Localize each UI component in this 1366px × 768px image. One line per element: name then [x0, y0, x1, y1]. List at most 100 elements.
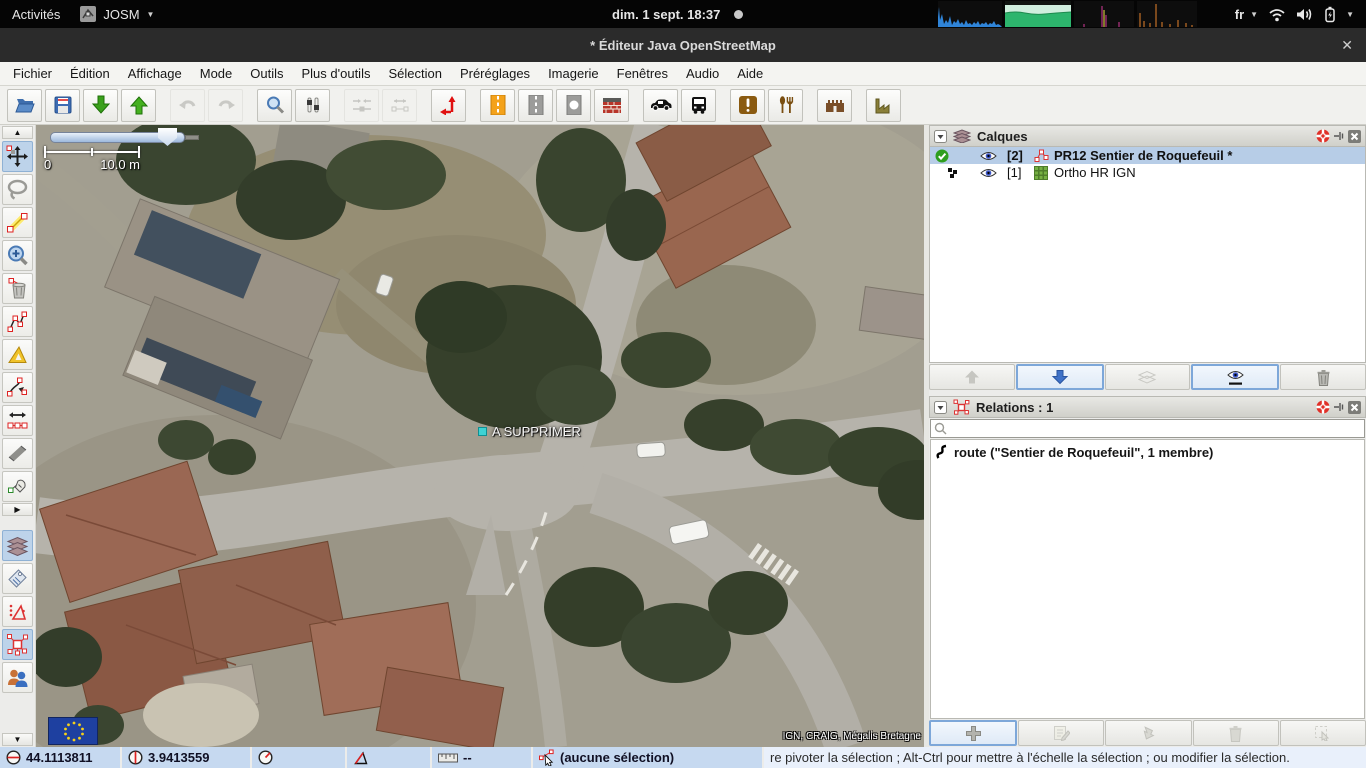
download-button[interactable]	[83, 89, 118, 122]
search-button[interactable]	[257, 89, 292, 122]
preset-bus-button[interactable]	[681, 89, 716, 122]
relation-add-button[interactable]	[929, 720, 1017, 746]
preset-works-button[interactable]	[866, 89, 901, 122]
tool-select[interactable]	[2, 141, 33, 172]
tool-angle-snap[interactable]	[2, 339, 33, 370]
merge-nodes-button[interactable]	[344, 89, 379, 122]
split-way-button[interactable]	[431, 89, 466, 122]
angle-icon	[353, 751, 369, 765]
battery-icon[interactable]	[1324, 6, 1336, 23]
pin-panel-icon[interactable]	[1333, 130, 1345, 142]
tool-lasso[interactable]	[2, 174, 33, 205]
layer-delete-button[interactable]	[1280, 364, 1366, 390]
redo-button[interactable]	[208, 89, 243, 122]
layer-move-up-button[interactable]	[929, 364, 1015, 390]
layer-visible-eye-icon[interactable]	[980, 150, 997, 162]
layer-merge-button[interactable]	[1105, 364, 1191, 390]
volume-icon[interactable]	[1296, 7, 1314, 22]
layer-toggle-visibility-button[interactable]	[1191, 364, 1279, 390]
tools-scroll-down-button[interactable]: ▼	[2, 733, 33, 746]
relation-search-input[interactable]	[930, 419, 1365, 438]
relation-select-button[interactable]	[1280, 720, 1366, 746]
help-icon[interactable]	[1316, 129, 1330, 143]
toggle-validator-panel[interactable]	[2, 596, 33, 627]
tool-merge-ways[interactable]	[2, 306, 33, 337]
tools-scroll-up-button[interactable]: ▲	[2, 126, 33, 139]
menu-mode[interactable]: Mode	[191, 63, 242, 84]
preset-hazard-button[interactable]	[730, 89, 765, 122]
menu-audio[interactable]: Audio	[677, 63, 728, 84]
toggle-layers-panel[interactable]	[2, 530, 33, 561]
window-close-button[interactable]: ✕	[1341, 28, 1353, 62]
collapse-panel-button[interactable]	[934, 401, 947, 414]
menu-affichage[interactable]: Affichage	[119, 63, 191, 84]
menu-prereglages[interactable]: Préréglages	[451, 63, 539, 84]
preset-castle-button[interactable]	[817, 89, 852, 122]
undo-button[interactable]	[170, 89, 205, 122]
tools-overflow-button[interactable]: ▶	[2, 503, 33, 516]
wifi-icon[interactable]	[1268, 7, 1286, 22]
tool-follow-line[interactable]	[2, 372, 33, 403]
relation-list-item[interactable]: route ("Sentier de Roquefeuil", 1 membre…	[931, 440, 1364, 460]
map-canvas[interactable]: 0 10.0 m A SUPPRIMER IGN, CRAIG, Mégalis…	[36, 125, 924, 747]
menu-outils[interactable]: Outils	[241, 63, 292, 84]
menu-plus-outils[interactable]: Plus d'outils	[293, 63, 380, 84]
preset-wall-button[interactable]	[594, 89, 629, 122]
preset-restaurant-button[interactable]	[768, 89, 803, 122]
layer-row-ortho[interactable]: [1] Ortho HR IGN	[930, 164, 1365, 181]
help-icon[interactable]	[1316, 400, 1330, 414]
preset-road-button[interactable]	[518, 89, 553, 122]
menu-imagerie[interactable]: Imagerie	[539, 63, 608, 84]
tool-zoom[interactable]	[2, 240, 33, 271]
collapse-panel-button[interactable]	[934, 130, 947, 143]
keyboard-layout-indicator[interactable]: fr ▼	[1235, 7, 1258, 22]
preset-car-button[interactable]	[643, 89, 678, 122]
layer-row-pr12[interactable]: [2] PR12 Sentier de Roquefeuil *	[930, 147, 1365, 164]
menu-edition[interactable]: Édition	[61, 63, 119, 84]
layer-move-down-button[interactable]	[1016, 364, 1104, 390]
preset-motorway-button[interactable]	[480, 89, 515, 122]
tool-building[interactable]	[2, 438, 33, 469]
scale-end-label: 10.0 m	[100, 157, 140, 172]
open-button[interactable]	[7, 89, 42, 122]
save-button[interactable]	[45, 89, 80, 122]
osm-node-marker[interactable]	[479, 428, 486, 435]
preset-mini-roundabout-button[interactable]	[556, 89, 591, 122]
close-panel-icon[interactable]	[1348, 401, 1361, 414]
merge-layers-icon	[1138, 370, 1156, 384]
menu-fichier[interactable]: Fichier	[4, 63, 61, 84]
unglue-button[interactable]	[382, 89, 417, 122]
toggle-tags-panel[interactable]	[2, 563, 33, 594]
upload-button[interactable]	[121, 89, 156, 122]
tool-improve-accuracy[interactable]	[2, 471, 33, 502]
app-menu-button[interactable]: JOSM ▼	[80, 6, 154, 22]
relation-edit-button[interactable]	[1018, 720, 1104, 746]
system-menu-chevron-icon[interactable]: ▼	[1346, 10, 1354, 19]
toggle-relations-panel[interactable]	[2, 629, 33, 660]
clock[interactable]: dim. 1 sept. 18:37	[612, 7, 743, 22]
heading-icon	[258, 750, 273, 765]
activities-button[interactable]: Activités	[12, 7, 60, 22]
tool-draw[interactable]	[2, 207, 33, 238]
app-menu-label: JOSM	[103, 7, 139, 22]
pin-panel-icon[interactable]	[1333, 401, 1345, 413]
layers-panel-title: Calques	[977, 129, 1028, 144]
toggle-authors-panel[interactable]	[2, 662, 33, 693]
preferences-button[interactable]	[295, 89, 330, 122]
layers-icon	[6, 536, 29, 556]
tool-extrude[interactable]	[2, 405, 33, 436]
layer-visible-eye-icon[interactable]	[980, 167, 997, 179]
top-bar-left: Activités JOSM ▼	[0, 6, 154, 22]
window-title-bar[interactable]: * Éditeur Java OpenStreetMap ✕	[0, 28, 1366, 62]
layers-list: [2] PR12 Sentier de Roquefeuil * [1] Ort…	[929, 147, 1366, 363]
status-longitude: 3.9413559	[122, 747, 250, 768]
close-panel-icon[interactable]	[1348, 130, 1361, 143]
relation-duplicate-button[interactable]	[1105, 720, 1191, 746]
menu-aide[interactable]: Aide	[728, 63, 772, 84]
tool-delete[interactable]	[2, 273, 33, 304]
relation-delete-button[interactable]	[1193, 720, 1279, 746]
menu-fenetres[interactable]: Fenêtres	[608, 63, 677, 84]
status-angle	[347, 747, 430, 768]
relations-actions	[929, 719, 1366, 747]
menu-selection[interactable]: Sélection	[379, 63, 450, 84]
